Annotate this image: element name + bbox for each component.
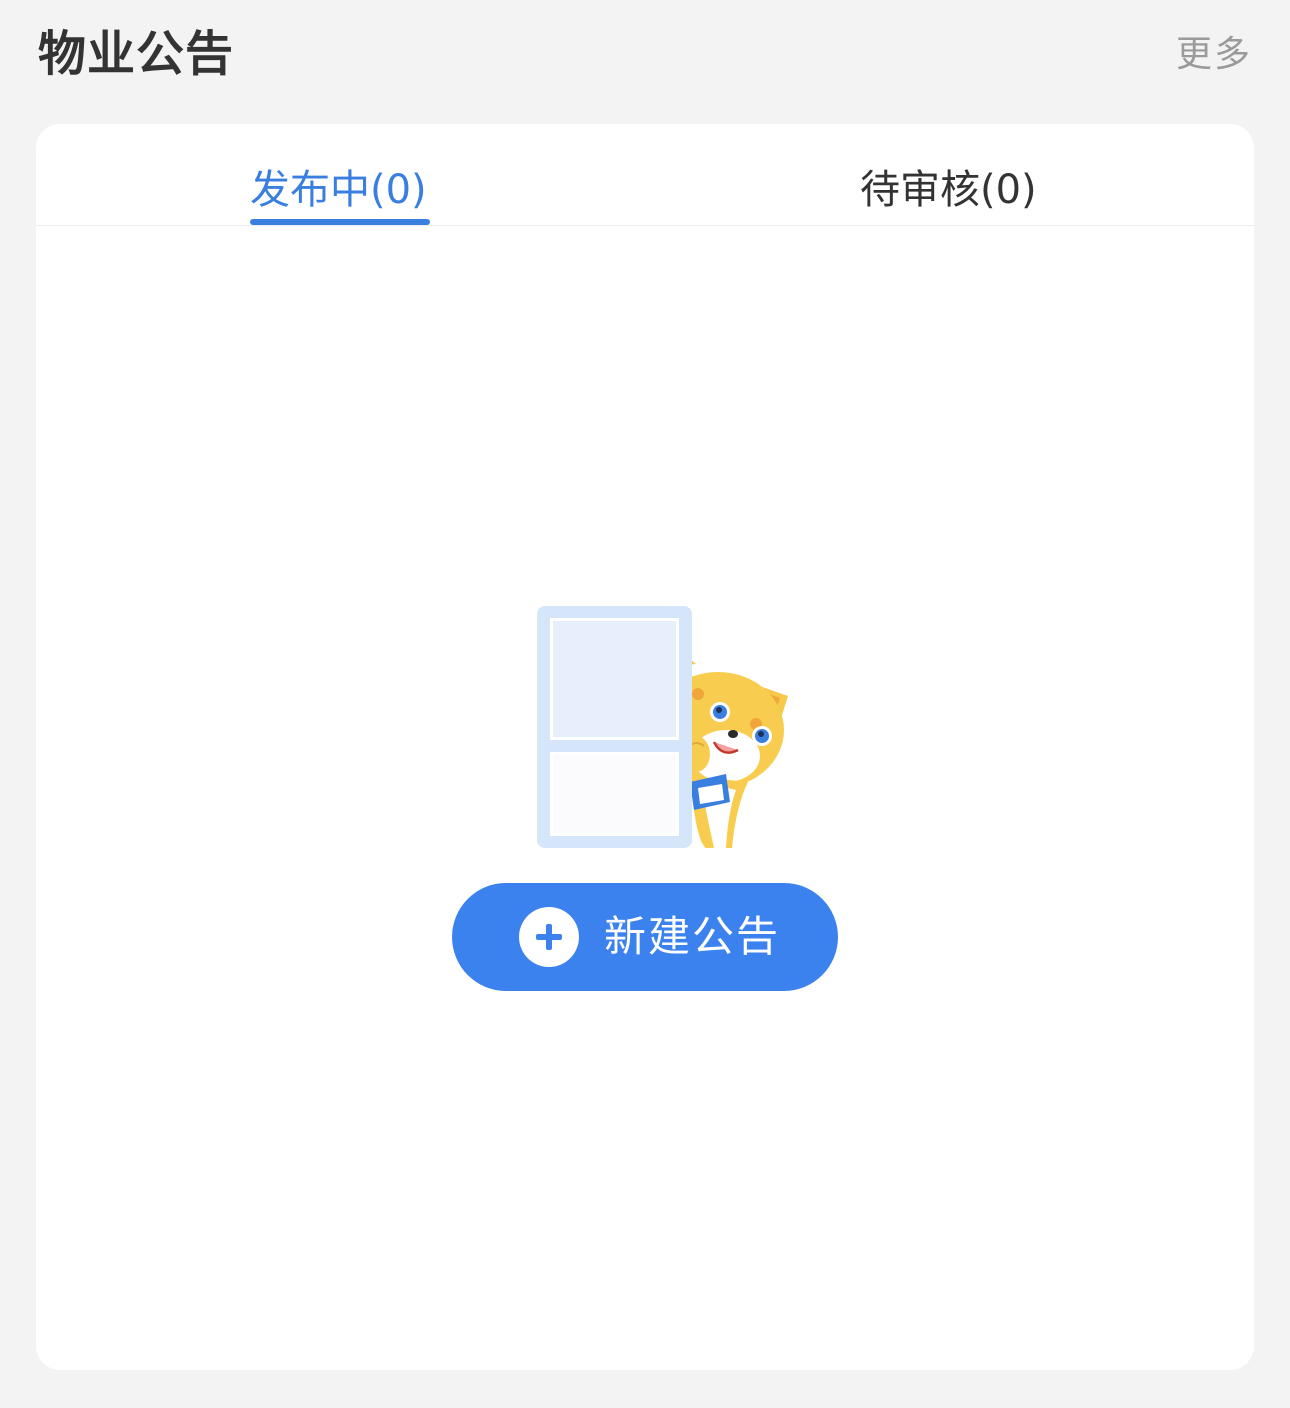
tab-published-label: 发布中(0) (250, 167, 427, 213)
announcement-card: 发布中(0) 待审核(0) 新建公告 (36, 124, 1254, 1370)
active-tab-indicator (250, 219, 430, 225)
tab-pending-review[interactable]: 待审核(0) (645, 124, 1254, 226)
tab-bar: 发布中(0) 待审核(0) (36, 124, 1254, 226)
cat-peeking-behind-door-icon (500, 606, 790, 848)
more-link[interactable]: 更多 (1176, 30, 1252, 80)
new-announcement-label: 新建公告 (604, 912, 781, 961)
section-header: 物业公告 更多 (0, 0, 1290, 110)
tab-pending-review-label: 待审核(0) (860, 167, 1037, 213)
tab-published[interactable]: 发布中(0) (36, 124, 645, 226)
plus-circle-icon (519, 907, 579, 967)
new-announcement-button[interactable]: 新建公告 (452, 883, 838, 991)
page-title: 物业公告 (38, 26, 235, 82)
